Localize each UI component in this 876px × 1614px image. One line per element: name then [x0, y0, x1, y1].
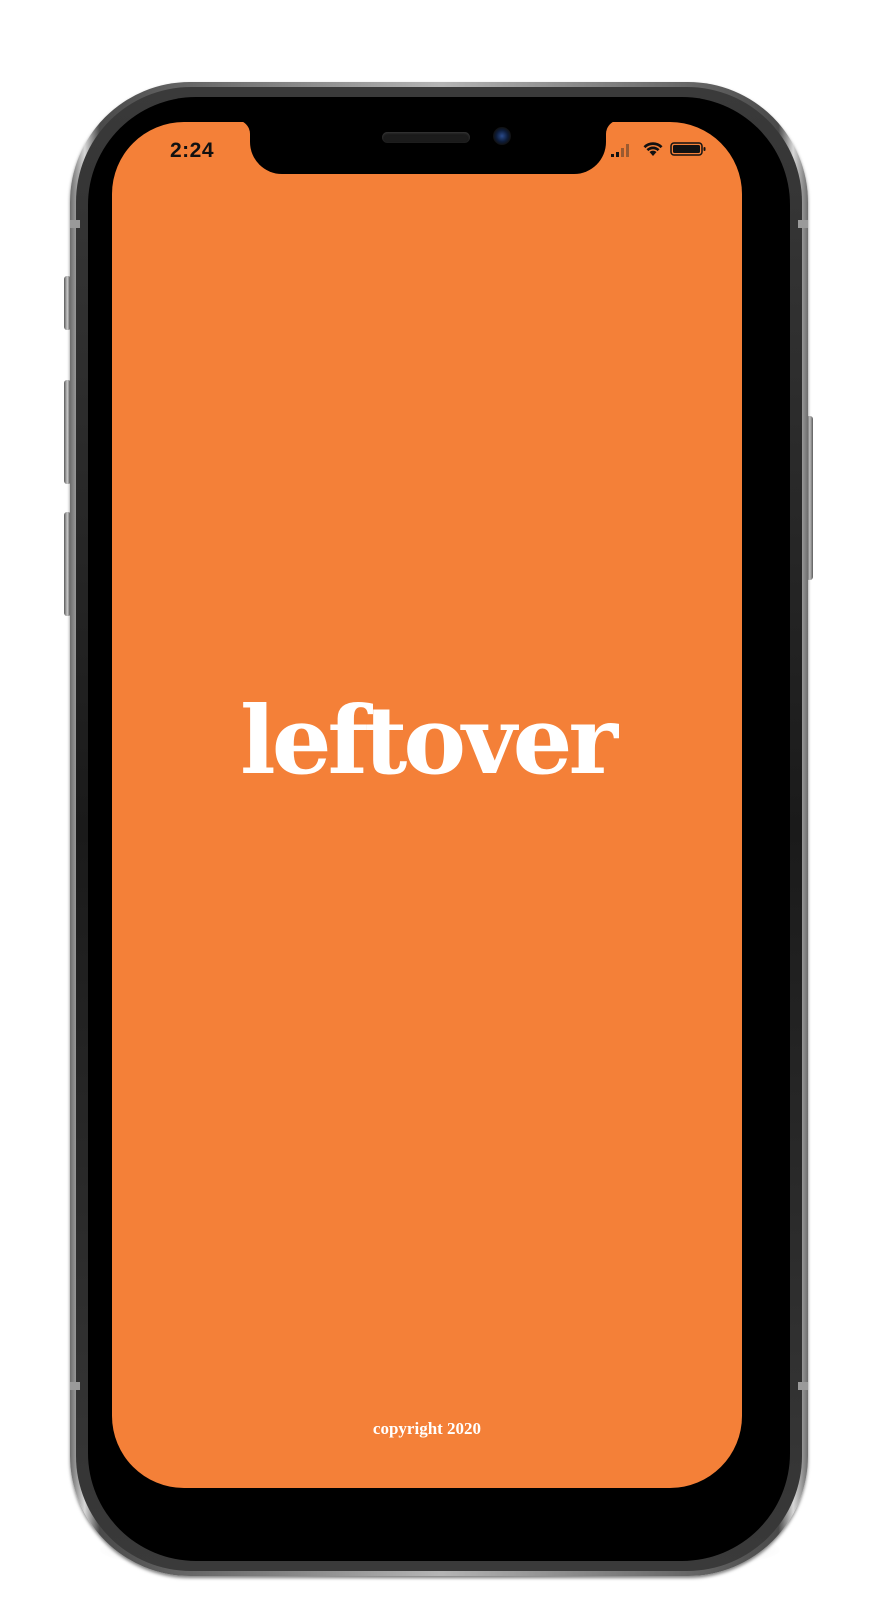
status-icons — [610, 140, 710, 162]
front-camera — [493, 127, 511, 145]
cellular-signal-icon — [611, 144, 629, 157]
antenna-band — [70, 1382, 80, 1390]
wifi-icon — [643, 142, 663, 156]
app-logo: leftover — [239, 686, 618, 796]
earpiece-speaker — [382, 132, 470, 143]
antenna-band — [798, 1382, 808, 1390]
copyright-text: copyright 2020 — [372, 1419, 482, 1438]
splash-screen[interactable]: 2:24 leftover copyright 2020 — [112, 122, 742, 1488]
battery-icon — [670, 142, 706, 156]
device-notch — [250, 122, 606, 174]
antenna-band — [798, 220, 808, 228]
antenna-band — [70, 220, 80, 228]
status-time: 2:24 — [170, 139, 215, 162]
